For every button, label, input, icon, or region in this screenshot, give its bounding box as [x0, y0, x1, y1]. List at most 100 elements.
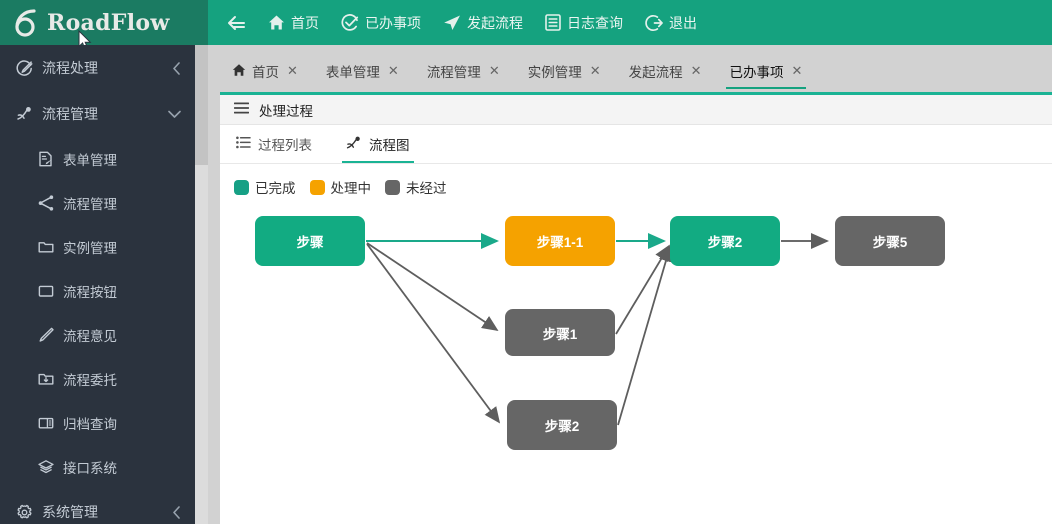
sidebar-item-instance-management[interactable]: 实例管理 [0, 225, 195, 269]
sidebar-group-system-management[interactable]: 系统管理 [0, 489, 195, 524]
gear-icon [16, 504, 33, 521]
flow-node-label: 步骤2 [707, 235, 743, 250]
tab-close-icon[interactable]: ✕ [287, 63, 298, 79]
collapse-left-icon [226, 15, 246, 31]
flow-node-label: 步骤5 [872, 235, 908, 250]
topnav-item-home[interactable]: 首页 [268, 0, 319, 45]
topnav-label: 发起流程 [467, 14, 523, 31]
sidebar-item-label: 接口系统 [63, 461, 117, 476]
home-icon [232, 63, 246, 80]
top-navigation: 首页 已办事项 发起流程 日志查询 退出 [208, 0, 1052, 45]
flow-node-step2-bottom[interactable]: 步骤2 [507, 400, 617, 450]
folder-down-icon [38, 371, 54, 387]
flow-node-step1-1[interactable]: 步骤1-1 [505, 216, 615, 266]
sidebar-collapse-button[interactable] [226, 0, 246, 45]
tab-instance-management[interactable]: 实例管理 ✕ [514, 50, 615, 92]
flow-legend: 已完成 处理中 未经过 [220, 164, 1052, 197]
tab-done-tasks[interactable]: 已办事项 ✕ [716, 50, 817, 92]
sidebar: 流程处理 流程管理 表单管理 流程管理 实例管理 流程按钮 流程意见 流程委托 … [0, 45, 195, 524]
tab-label: 首页 [252, 65, 279, 80]
legend-item-running: 处理中 [309, 177, 371, 197]
topnav-label: 退出 [669, 14, 697, 31]
list-doc-icon [545, 14, 561, 31]
flow-logo-icon [14, 8, 40, 37]
topnav-item-done-tasks[interactable]: 已办事项 [341, 0, 421, 45]
flow-node-label: 步骤2 [544, 419, 580, 434]
chevron-left-icon[interactable] [172, 61, 181, 75]
topnav-item-logout[interactable]: 退出 [645, 0, 697, 45]
tab-label: 已办事项 [729, 65, 784, 80]
legend-item-pending: 未经过 [385, 177, 447, 197]
panel-title: 处理过程 [259, 103, 313, 119]
topnav-item-start-process[interactable]: 发起流程 [443, 0, 523, 45]
sidebar-item-label: 流程按钮 [63, 285, 117, 300]
flow-node-step5[interactable]: 步骤5 [835, 216, 945, 266]
folder-icon [38, 239, 54, 255]
subtab-flow-diagram[interactable]: 流程图 [342, 125, 414, 163]
square-icon [38, 283, 54, 299]
sidebar-item-label: 流程管理 [63, 197, 117, 212]
sidebar-scrollbar-thumb[interactable] [195, 45, 208, 165]
brand-logo[interactable]: RoadFlow [0, 0, 208, 45]
sidebar-item-label: 流程意见 [63, 329, 117, 344]
legend-swatch [234, 179, 249, 195]
top-bar: RoadFlow 首页 已办事项 发起流程 日志查询 退出 [0, 0, 1052, 45]
subtab-label: 流程图 [369, 138, 410, 153]
sidebar-group-label: 流程处理 [42, 60, 98, 76]
brand-name: RoadFlow [47, 9, 170, 36]
sidebar-group-label: 系统管理 [42, 504, 98, 520]
chevron-down-icon[interactable] [168, 110, 181, 119]
sidebar-scrollbar-track[interactable] [195, 45, 208, 524]
archive-icon [38, 415, 54, 431]
sidebar-group-process-management[interactable]: 流程管理 [0, 91, 195, 137]
pencil-icon [38, 327, 54, 343]
legend-swatch [385, 179, 400, 195]
sidebar-item-label: 归档查询 [63, 417, 117, 432]
check-circle-icon [341, 13, 359, 32]
tab-close-icon[interactable]: ✕ [691, 63, 702, 79]
content-area: 首页 ✕ 表单管理 ✕ 流程管理 ✕ 实例管理 ✕ 发起流程 ✕ 已办事项 ✕ [208, 45, 1052, 524]
edit-circle-icon [16, 59, 33, 77]
process-panel: 处理过程 过程列表 流程图 已完成 处理中 未经过 步骤 步骤1-1 步骤2 步… [220, 92, 1052, 524]
tab-start-process[interactable]: 发起流程 ✕ [615, 50, 716, 92]
sidebar-item-interface-system[interactable]: 接口系统 [0, 445, 195, 489]
share-icon [38, 195, 54, 211]
tab-label: 表单管理 [325, 65, 380, 80]
sidebar-item-archive-query[interactable]: 归档查询 [0, 401, 195, 445]
hamburger-icon [233, 102, 250, 117]
send-icon [443, 14, 461, 32]
sidebar-group-process-handling[interactable]: 流程处理 [0, 45, 195, 91]
tab-process-management[interactable]: 流程管理 ✕ [413, 50, 514, 92]
form-icon [38, 151, 54, 167]
sidebar-item-process-button[interactable]: 流程按钮 [0, 269, 195, 313]
sidebar-item-process-opinion[interactable]: 流程意见 [0, 313, 195, 357]
sidebar-item-form-management[interactable]: 表单管理 [0, 137, 195, 181]
flow-node-label: 步骤 [296, 235, 324, 250]
subtab-process-list[interactable]: 过程列表 [232, 125, 316, 163]
sidebar-item-label: 实例管理 [63, 241, 117, 256]
tab-close-icon[interactable]: ✕ [388, 63, 399, 79]
tab-label: 发起流程 [628, 65, 683, 80]
flow-node-step1[interactable]: 步骤1 [505, 309, 615, 356]
edge-n4-n2 [615, 244, 670, 335]
sidebar-group-label: 流程管理 [42, 106, 98, 122]
topnav-label: 日志查询 [567, 14, 623, 31]
sidebar-item-process-delegate[interactable]: 流程委托 [0, 357, 195, 401]
flow-node-step[interactable]: 步骤 [255, 216, 365, 266]
edge-n0-n4 [366, 242, 499, 332]
topnav-item-log-query[interactable]: 日志查询 [545, 0, 623, 45]
edge-n0-n5 [366, 243, 501, 424]
sidebar-item-process-management[interactable]: 流程管理 [0, 181, 195, 225]
tab-close-icon[interactable]: ✕ [792, 63, 803, 79]
flow-node-step2-top[interactable]: 步骤2 [670, 216, 780, 266]
legend-item-done: 已完成 [234, 177, 296, 197]
flow-diagram-canvas[interactable]: 步骤 步骤1-1 步骤2 步骤5 步骤1 步骤2 [220, 197, 1052, 524]
chevron-left-icon[interactable] [172, 505, 181, 519]
tab-close-icon[interactable]: ✕ [489, 63, 500, 79]
logout-icon [645, 14, 663, 32]
application-root: RoadFlow 首页 已办事项 发起流程 日志查询 退出 流程处理 流程管理 … [0, 0, 1052, 524]
panel-subtabs: 过程列表 流程图 [220, 125, 1052, 164]
tab-form-management[interactable]: 表单管理 ✕ [312, 50, 413, 92]
tab-close-icon[interactable]: ✕ [590, 63, 601, 79]
tab-home[interactable]: 首页 ✕ [218, 50, 312, 92]
